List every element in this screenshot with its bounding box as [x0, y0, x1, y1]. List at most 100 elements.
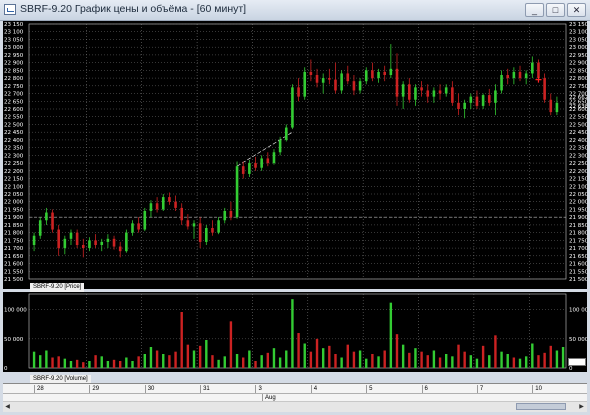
maximize-button[interactable]: □ — [546, 3, 565, 17]
candle-down — [266, 158, 270, 164]
price-y-tick-left: 21 650 — [4, 254, 24, 260]
price-y-tick-left: 22 450 — [4, 130, 24, 136]
volume-bar — [112, 359, 116, 368]
candle-up — [278, 139, 282, 153]
candle-up — [125, 232, 128, 252]
price-y-tick-left: 22 900 — [4, 61, 24, 67]
scroll-thumb[interactable] — [516, 403, 566, 410]
price-y-tick-left: 22 300 — [4, 153, 24, 159]
price-y-tick-left: 21 900 — [4, 215, 24, 221]
price-y-tick-left: 21 800 — [4, 231, 24, 237]
volume-bar — [371, 354, 374, 368]
horizontal-scrollbar[interactable]: ◀ ▶ — [3, 401, 587, 412]
price-y-tick-right: 22 750 — [569, 84, 587, 90]
volume-bar — [106, 361, 110, 368]
candle-up — [500, 75, 503, 91]
volume-pane[interactable]: 100 000 100 000 50 000 50 000 0 0 — [3, 292, 587, 372]
price-y-tick-left: 22 500 — [4, 122, 24, 128]
price-y-tick-left: 23 150 — [4, 22, 24, 28]
price-y-tick-left: 23 000 — [4, 45, 24, 51]
candle-up — [364, 70, 368, 82]
volume-bar — [82, 362, 85, 368]
candle-up — [106, 238, 110, 242]
volume-chart[interactable]: 100 000 100 000 50 000 50 000 0 0 — [3, 292, 587, 372]
price-y-tick-left: 22 050 — [4, 192, 24, 198]
price-y-tick-right: 22 100 — [569, 184, 587, 190]
candle-up — [223, 211, 227, 221]
price-y-tick-left: 22 100 — [4, 184, 24, 190]
candle-down — [186, 220, 190, 227]
volume-background — [3, 292, 587, 372]
volume-bar — [100, 356, 103, 368]
price-y-tick-left: 21 500 — [4, 277, 24, 283]
price-y-tick-right: 22 450 — [569, 130, 587, 136]
candle-down — [426, 90, 430, 97]
price-y-tick-left: 21 750 — [4, 238, 24, 244]
volume-bar — [352, 351, 356, 368]
price-y-tick-right: 21 650 — [569, 254, 587, 260]
volume-bar — [531, 343, 534, 368]
date-label: 28 — [34, 385, 44, 393]
volume-bar — [168, 355, 171, 368]
price-y-tick-right: 22 000 — [569, 200, 587, 206]
price-chart[interactable]: 23 150 23 15023 100 23 10023 050 23 05023 0… — [3, 21, 587, 289]
volume-bar — [408, 352, 411, 368]
candle-down — [315, 75, 319, 83]
price-y-tick-left: 22 150 — [4, 177, 24, 183]
volume-bar — [69, 361, 73, 368]
volume-bar — [346, 344, 349, 368]
price-pane[interactable]: 23 150 23 150 23 100 23 100 23 050 23 050 23 0… — [3, 21, 587, 289]
volume-bar — [438, 357, 442, 368]
volume-bar — [445, 354, 448, 368]
price-y-tick-right: 22 200 — [569, 169, 587, 175]
candle-up — [131, 223, 134, 233]
volume-bar — [32, 351, 36, 368]
date-label: 7 — [476, 385, 483, 393]
volume-bar — [358, 350, 362, 368]
candle-up — [149, 203, 153, 211]
candle-up — [161, 197, 165, 210]
volume-bar — [223, 356, 226, 368]
volume-bar — [432, 350, 436, 368]
volume-bar — [512, 357, 516, 368]
price-y-tick-right: 22 350 — [569, 146, 587, 152]
volume-bar — [63, 358, 67, 368]
candle-up — [512, 71, 516, 79]
close-button[interactable]: ✕ — [567, 3, 586, 17]
price-y-tick-left: 22 250 — [4, 161, 24, 167]
candle-down — [297, 87, 300, 97]
candle-up — [377, 71, 380, 79]
candle-up — [291, 87, 294, 128]
scroll-right-icon[interactable]: ▶ — [577, 403, 586, 411]
price-y-tick-right: 21 900 — [569, 215, 587, 221]
volume-bar — [321, 348, 325, 368]
candle-down — [309, 71, 313, 75]
minimize-button[interactable]: _ — [525, 3, 544, 17]
date-label: 5 — [366, 385, 373, 393]
volume-bar — [192, 350, 196, 368]
candle-up — [340, 73, 343, 91]
candle-up — [88, 240, 91, 249]
candle-up — [63, 238, 67, 249]
candle-up — [217, 220, 220, 233]
volume-bar — [414, 348, 417, 368]
price-y-tick-right: 22 800 — [569, 76, 587, 82]
volume-bar — [45, 350, 48, 368]
candle-up — [463, 102, 466, 109]
volume-bar — [248, 350, 251, 368]
volume-bar — [198, 345, 202, 368]
candle-down — [118, 246, 122, 252]
candle-down — [475, 96, 479, 106]
volume-bar — [205, 340, 208, 368]
volume-bar — [51, 357, 54, 368]
date-axis: 28 29 30 31 3 4 5 6 7 10 Aug — [3, 383, 587, 402]
volume-bar — [309, 351, 313, 368]
volume-bar — [401, 344, 405, 368]
candle-down — [75, 232, 79, 245]
price-y-tick-left: 22 650 — [4, 99, 24, 105]
price-y-tick-right: 23 100 — [569, 30, 587, 36]
volume-bar — [155, 350, 159, 368]
candle-down — [549, 99, 553, 113]
scroll-left-icon[interactable]: ◀ — [3, 403, 12, 411]
price-background — [3, 21, 587, 289]
